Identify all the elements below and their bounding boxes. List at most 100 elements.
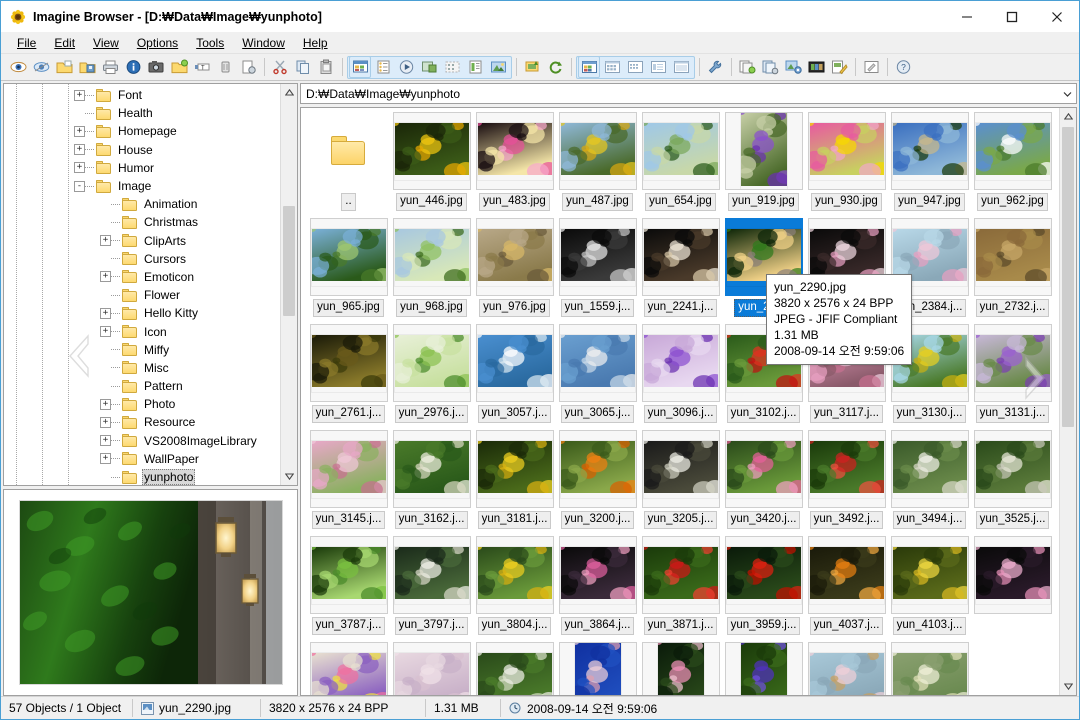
thumbnail-image[interactable] xyxy=(724,642,803,695)
thumbnail-up-directory[interactable]: .. xyxy=(307,112,390,217)
expand-icon[interactable]: + xyxy=(100,435,111,447)
thumbnail-item[interactable]: yun_3205.j... xyxy=(639,430,722,535)
thumbnail-item[interactable]: yun_2732.j... xyxy=(971,218,1054,323)
preview-pane[interactable] xyxy=(3,489,298,696)
thumbnail-image[interactable] xyxy=(558,112,637,190)
view-thumbnail-icon[interactable] xyxy=(349,56,371,78)
thumbnail-item[interactable]: yun_976.jpg xyxy=(473,218,556,323)
help-about-icon[interactable]: ? xyxy=(892,56,914,78)
thumbnail-item[interactable]: yun_930.jpg xyxy=(805,112,888,217)
thumb-size-list-icon[interactable] xyxy=(670,56,692,78)
thumbnail-item[interactable]: yun_3200.j... xyxy=(556,430,639,535)
thumbnail-item[interactable] xyxy=(971,536,1054,641)
thumbnail-image[interactable] xyxy=(475,642,554,695)
thumbnail-image[interactable] xyxy=(392,536,471,614)
view-slideshow-icon[interactable] xyxy=(395,56,417,78)
thumbnail-item[interactable]: yun_483.jpg xyxy=(473,112,556,217)
thumbnail-item[interactable]: yun_3787.j... xyxy=(307,536,390,641)
thumbnail-image[interactable] xyxy=(641,112,720,190)
expand-icon[interactable]: + xyxy=(74,162,85,174)
close-button[interactable] xyxy=(1034,1,1079,32)
tree-item-vs2008imagelibrary[interactable]: + VS2008ImageLibrary xyxy=(4,432,280,450)
thumbnail-item[interactable]: yun_3797.j... xyxy=(390,536,473,641)
thumbnail-image[interactable] xyxy=(558,642,637,695)
tree-item-icon[interactable]: + Icon xyxy=(4,322,280,340)
thumb-size-tiles-icon[interactable] xyxy=(647,56,669,78)
capture-icon[interactable] xyxy=(145,56,167,78)
thumbnail-item[interactable] xyxy=(556,642,639,695)
menu-file[interactable]: File xyxy=(8,34,45,52)
menu-edit[interactable]: Edit xyxy=(45,34,84,52)
thumbnail-image[interactable] xyxy=(475,536,554,614)
thumbnail-item[interactable]: yun_3131.j... xyxy=(971,324,1054,429)
thumbnail-item[interactable]: yun_3057.j... xyxy=(473,324,556,429)
collapse-icon[interactable]: - xyxy=(74,180,85,192)
thumbnail-image[interactable] xyxy=(309,324,388,402)
tree-item-house[interactable]: + House xyxy=(4,141,280,159)
expand-icon[interactable]: + xyxy=(74,125,85,137)
thumbnail-image[interactable] xyxy=(890,642,969,695)
thumbnail-image[interactable] xyxy=(724,430,803,508)
expand-icon[interactable]: + xyxy=(100,271,111,283)
tree-item-cliparts[interactable]: + ClipArts xyxy=(4,232,280,250)
thumbnail-scrollbar[interactable] xyxy=(1059,108,1076,695)
tree-item-pattern[interactable]: Pattern xyxy=(4,377,280,395)
thumbnail-image[interactable] xyxy=(558,324,637,402)
thumbnail-image[interactable] xyxy=(807,430,886,508)
tree-item-image[interactable]: - Image xyxy=(4,177,280,195)
thumbnail-item[interactable]: yun_3492.j... xyxy=(805,430,888,535)
tree-item-emoticon[interactable]: + Emoticon xyxy=(4,268,280,286)
export-icon[interactable] xyxy=(521,56,543,78)
tree-item-wallpaper[interactable]: + WallPaper xyxy=(4,450,280,468)
thumbnail-item[interactable] xyxy=(639,642,722,695)
menu-window[interactable]: Window xyxy=(233,34,294,52)
expand-icon[interactable]: + xyxy=(100,453,111,465)
thumbnail-image[interactable] xyxy=(641,324,720,402)
view-list-icon[interactable] xyxy=(372,56,394,78)
thumbnail-image[interactable] xyxy=(724,536,803,614)
thumbnail-image[interactable] xyxy=(475,324,554,402)
thumbnail-image[interactable] xyxy=(890,112,969,190)
tree-item-font[interactable]: + Font xyxy=(4,86,280,104)
thumbnail-item[interactable]: yun_4037.j... xyxy=(805,536,888,641)
tree-item-yunphoto[interactable]: yunphoto xyxy=(4,468,280,485)
thumbnail-browser[interactable]: .. yun_446.jpg yun_483.jpg yun_487.jpg y… xyxy=(300,107,1077,696)
batch-convert-icon[interactable] xyxy=(736,56,758,78)
thumbnail-image[interactable] xyxy=(807,536,886,614)
slideshow-create-icon[interactable] xyxy=(782,56,804,78)
save-icon[interactable] xyxy=(76,56,98,78)
tree-item-flower[interactable]: Flower xyxy=(4,286,280,304)
info-icon[interactable] xyxy=(122,56,144,78)
thumbnail-item[interactable]: yun_4103.j... xyxy=(888,536,971,641)
menu-tools[interactable]: Tools xyxy=(187,34,233,52)
tree-item-resource[interactable]: + Resource xyxy=(4,413,280,431)
delete-icon[interactable] xyxy=(214,56,236,78)
maximize-button[interactable] xyxy=(989,1,1034,32)
view-details-icon[interactable] xyxy=(464,56,486,78)
chevron-down-icon[interactable] xyxy=(1058,84,1076,103)
thumbnail-item[interactable]: yun_446.jpg xyxy=(390,112,473,217)
thumbnail-image[interactable] xyxy=(392,324,471,402)
thumbnail-image[interactable] xyxy=(558,536,637,614)
notes-icon[interactable] xyxy=(860,56,882,78)
rename-icon[interactable]: T xyxy=(191,56,213,78)
thumbnail-item[interactable]: yun_3871.j... xyxy=(639,536,722,641)
thumbnail-image[interactable] xyxy=(475,430,554,508)
thumbnail-image[interactable] xyxy=(392,112,471,190)
expand-icon[interactable]: + xyxy=(100,398,111,410)
open-image-icon[interactable] xyxy=(30,56,52,78)
thumbnail-image[interactable] xyxy=(558,218,637,296)
tree-item-health[interactable]: Health xyxy=(4,104,280,122)
view-preview-icon[interactable] xyxy=(418,56,440,78)
properties-icon[interactable] xyxy=(237,56,259,78)
thumbnail-item[interactable]: yun_968.jpg xyxy=(390,218,473,323)
thumbnail-item[interactable]: yun_2241.j... xyxy=(639,218,722,323)
thumbnail-image[interactable] xyxy=(309,536,388,614)
thumb-size-medium-icon[interactable] xyxy=(601,56,623,78)
thumbnail-image[interactable] xyxy=(641,536,720,614)
tree-scrollbar[interactable] xyxy=(280,84,297,485)
cut-icon[interactable] xyxy=(269,56,291,78)
thumbnail-image[interactable] xyxy=(309,218,388,296)
thumbnail-item[interactable]: yun_965.jpg xyxy=(307,218,390,323)
thumbnail-item[interactable] xyxy=(473,642,556,695)
